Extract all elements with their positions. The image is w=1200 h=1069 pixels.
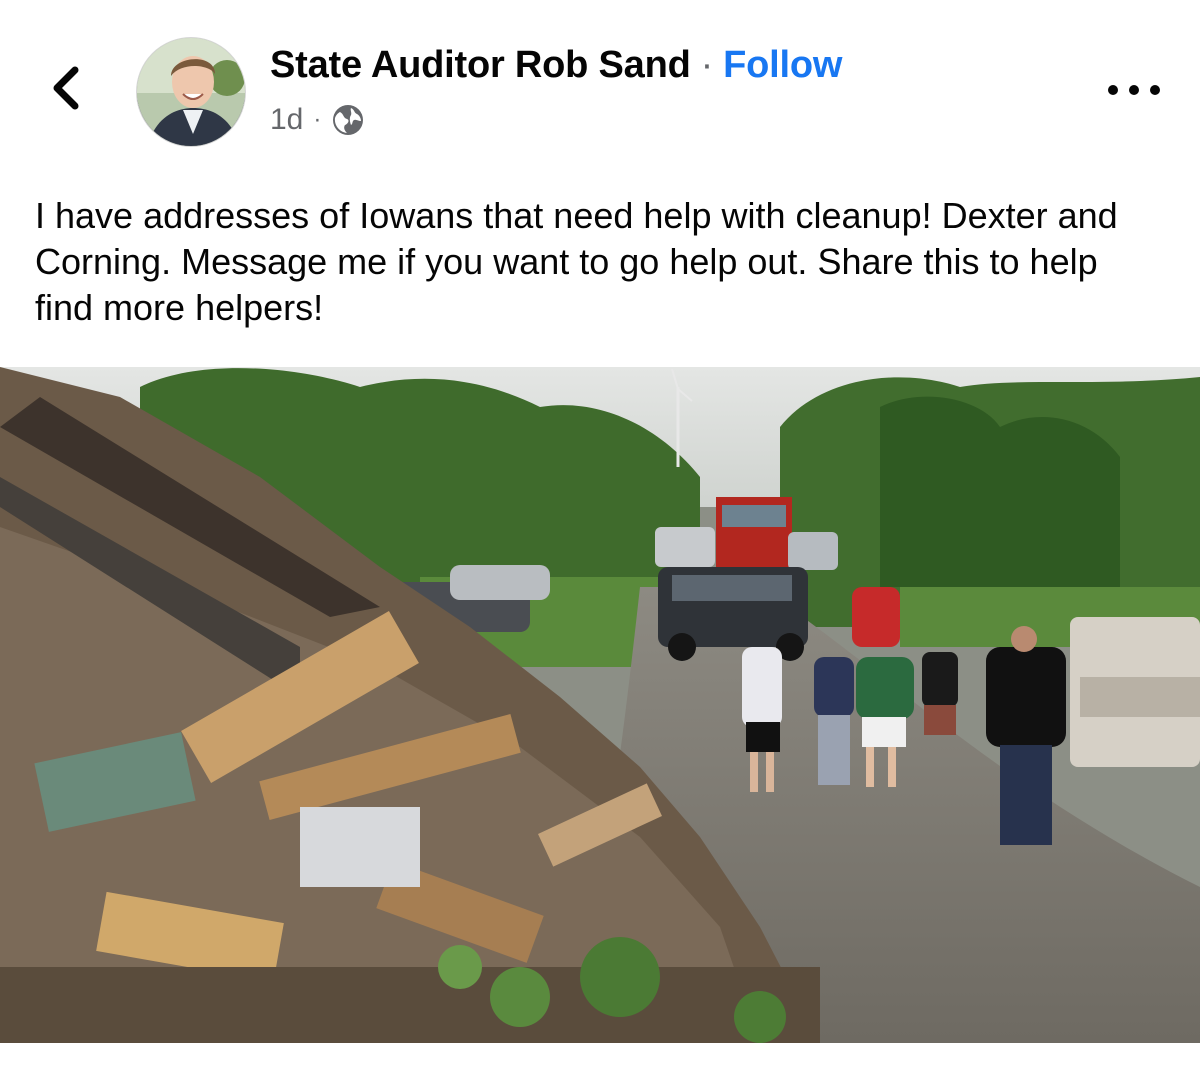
author-name[interactable]: State Auditor Rob Sand bbox=[270, 44, 691, 87]
post-photo[interactable] bbox=[0, 367, 1200, 1043]
more-horizontal-icon bbox=[1108, 85, 1118, 95]
author-line: State Auditor Rob Sand · Follow bbox=[270, 44, 842, 90]
post-text: I have addresses of Iowans that need hel… bbox=[35, 195, 1118, 328]
post-timestamp[interactable]: 1d bbox=[270, 103, 303, 137]
chevron-left-icon bbox=[53, 66, 79, 110]
meta-separator: · bbox=[313, 106, 322, 133]
follow-button[interactable]: Follow bbox=[723, 44, 842, 87]
more-options-button[interactable] bbox=[1108, 76, 1160, 104]
back-button[interactable] bbox=[40, 62, 92, 114]
globe-icon bbox=[333, 105, 364, 135]
post-header: State Auditor Rob Sand · Follow 1d · bbox=[0, 0, 1200, 170]
more-horizontal-icon bbox=[1129, 85, 1139, 95]
avatar[interactable] bbox=[136, 37, 246, 147]
more-horizontal-icon bbox=[1150, 85, 1160, 95]
name-separator: · bbox=[700, 44, 714, 86]
post-meta: 1d · bbox=[270, 100, 365, 140]
tornado-damage-photo bbox=[0, 367, 1200, 1043]
post-view: State Auditor Rob Sand · Follow 1d · I h… bbox=[0, 0, 1200, 1069]
